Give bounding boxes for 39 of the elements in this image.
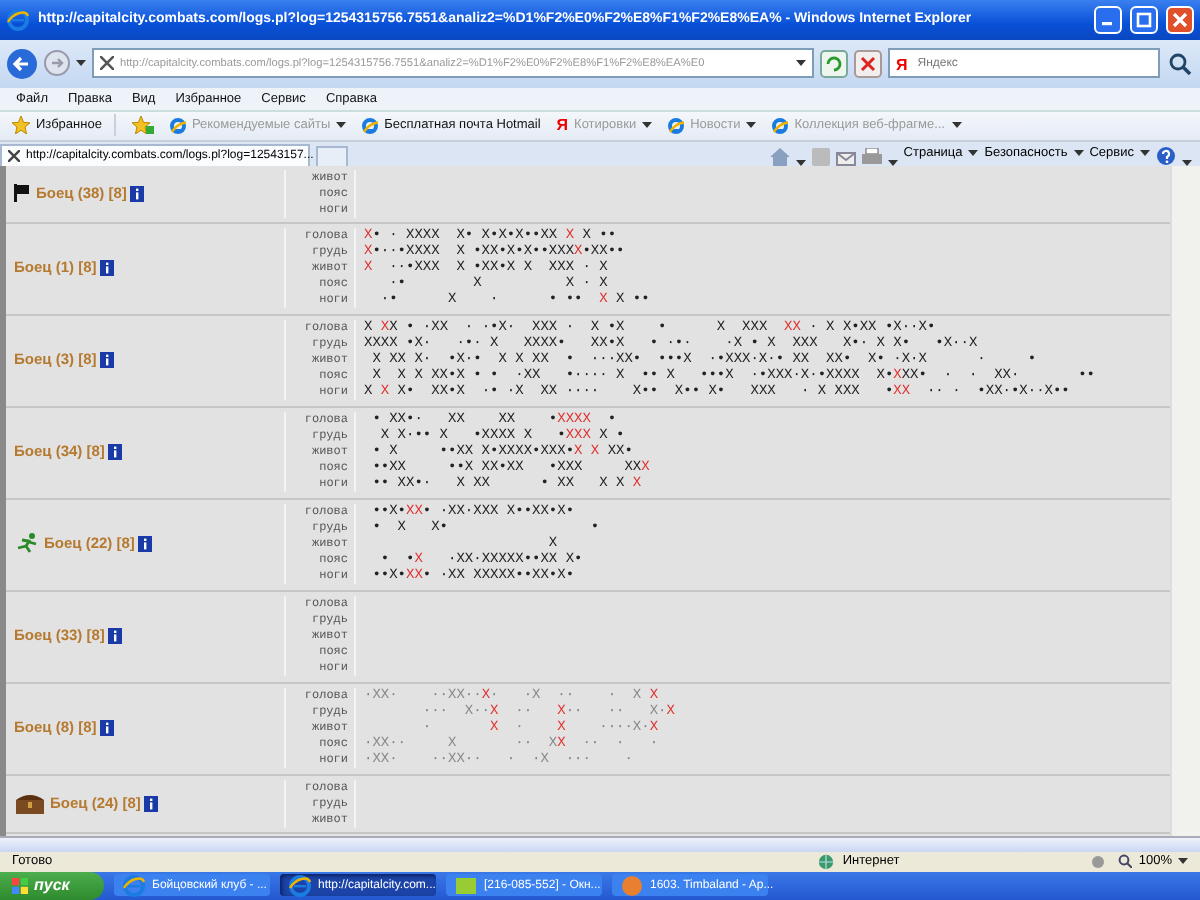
windows-logo-icon — [12, 877, 28, 894]
caret-icon[interactable] — [796, 60, 806, 67]
caret-icon[interactable] — [968, 150, 979, 157]
caret-icon[interactable] — [1073, 150, 1084, 157]
chest-icon — [14, 792, 46, 815]
star-icon — [12, 116, 30, 135]
close-icon — [1172, 11, 1188, 28]
maximize-button[interactable] — [1130, 5, 1158, 34]
browser-logo-icon — [6, 7, 30, 32]
start-button[interactable]: пуск — [0, 871, 104, 900]
browser-icon — [288, 873, 312, 898]
info-icon[interactable] — [144, 795, 159, 812]
globe-icon — [818, 853, 835, 870]
caret-icon[interactable] — [1178, 858, 1188, 865]
running-figure-icon — [14, 532, 40, 555]
refresh-button[interactable] — [820, 49, 848, 78]
search-button[interactable] — [1166, 49, 1194, 78]
info-icon[interactable] — [108, 443, 123, 460]
info-icon[interactable] — [100, 259, 115, 276]
magnifier-icon — [1118, 854, 1133, 869]
browser-icon — [122, 873, 146, 898]
caret-icon[interactable] — [76, 60, 86, 67]
caret-icon[interactable] — [1140, 150, 1150, 157]
add-favorite-icon[interactable] — [131, 116, 154, 135]
info-icon[interactable] — [108, 627, 123, 644]
mail-icon[interactable] — [835, 151, 856, 166]
info-icon[interactable] — [100, 719, 115, 736]
minimize-button[interactable] — [1094, 5, 1122, 34]
info-icon[interactable] — [100, 351, 115, 368]
info-icon[interactable] — [138, 535, 153, 552]
info-icon[interactable] — [130, 185, 145, 202]
stop-button[interactable] — [854, 49, 882, 78]
help-icon[interactable] — [1156, 145, 1176, 166]
back-button[interactable] — [6, 47, 38, 80]
maximize-icon — [1136, 11, 1152, 28]
vertical-scrollbar[interactable] — [1170, 165, 1200, 836]
close-button[interactable] — [1166, 5, 1194, 34]
flag-icon — [14, 184, 32, 203]
close-icon — [8, 149, 20, 162]
